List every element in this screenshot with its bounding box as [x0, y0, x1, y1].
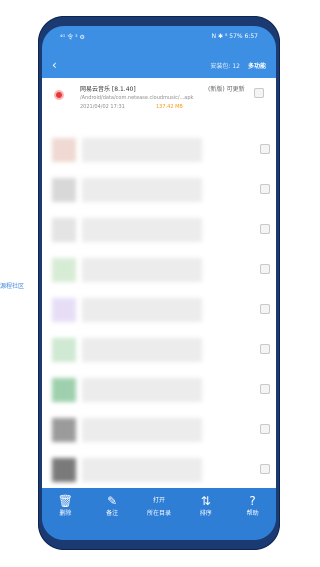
blurred-row: [82, 338, 202, 362]
trash-icon: 🗑: [57, 494, 73, 508]
blurred-row: [82, 418, 202, 442]
blurred-icon: [52, 178, 76, 202]
item-checkbox[interactable]: [260, 464, 270, 474]
item-checkbox[interactable]: [260, 344, 270, 354]
blurred-icon: [52, 218, 76, 242]
help-label: 帮助: [246, 510, 259, 517]
blurred-row: [82, 298, 202, 322]
blurred-icon: [52, 258, 76, 282]
update-status: (新版) 可更新: [208, 86, 245, 93]
blurred-row: [82, 218, 202, 242]
package-count: 安装包: 12: [210, 62, 240, 70]
blurred-icon: [52, 298, 76, 322]
app-name: 网易云音乐 [8.1.40]: [80, 86, 136, 93]
side-link[interactable]: 源程社区: [0, 281, 24, 290]
open-label: 打开: [152, 497, 165, 504]
help-icon: ?: [249, 494, 256, 508]
item-checkbox[interactable]: [260, 224, 270, 234]
help-button[interactable]: ? 帮助: [233, 494, 273, 517]
note-label: 备注: [106, 510, 119, 517]
blurred-icon: [52, 338, 76, 362]
list-item[interactable]: 网易云音乐 [8.1.40] /Android/data/com.netease…: [48, 84, 270, 124]
item-checkbox[interactable]: [254, 88, 264, 98]
note-button[interactable]: ✎ 备注: [92, 494, 132, 517]
blurred-row: [82, 178, 202, 202]
item-checkbox[interactable]: [260, 144, 270, 154]
sort-label: 排序: [199, 510, 212, 517]
delete-button[interactable]: 🗑 删除: [45, 494, 85, 517]
blurred-icon: [52, 378, 76, 402]
status-right: N ✱ ⁸ 57% 6:57: [211, 32, 258, 40]
item-checkbox[interactable]: [260, 384, 270, 394]
app-header: ‹ 安装包: 12 多功能: [42, 56, 276, 74]
multi-function-button[interactable]: 多功能: [248, 61, 266, 70]
item-checkbox[interactable]: [260, 424, 270, 434]
status-bar: ⁴ᴳ 令 ³ ⚙ N ✱ ⁸ 57% 6:57: [42, 26, 276, 46]
directory-label: 所在目录: [146, 510, 171, 517]
app-path: /Android/data/com.netease.cloudmusic/...…: [80, 95, 194, 101]
blurred-row: [82, 138, 202, 162]
item-checkbox[interactable]: [260, 264, 270, 274]
delete-label: 删除: [59, 510, 72, 517]
blurred-icon: [52, 418, 76, 442]
blurred-icon: [52, 138, 76, 162]
blurred-icon: [52, 458, 76, 482]
app-size: 137.42 MB: [156, 104, 183, 110]
sort-button[interactable]: ⇅ 排序: [186, 494, 226, 517]
blurred-row: [82, 258, 202, 282]
blurred-row: [82, 378, 202, 402]
package-list: 网易云音乐 [8.1.40] /Android/data/com.netease…: [42, 78, 276, 488]
back-button[interactable]: ‹: [52, 58, 72, 72]
app-icon: [54, 90, 64, 100]
sort-icon: ⇅: [200, 494, 211, 508]
status-left: ⁴ᴳ 令 ³ ⚙: [60, 33, 85, 41]
blurred-row: [82, 458, 202, 482]
item-checkbox[interactable]: [260, 304, 270, 314]
edit-icon: ✎: [107, 494, 118, 508]
open-directory-button[interactable]: 打开 所在目录: [139, 494, 179, 517]
phone-screen: ⁴ᴳ 令 ³ ⚙ N ✱ ⁸ 57% 6:57 ‹ 安装包: 12 多功能 网易…: [42, 26, 276, 540]
bottom-toolbar: 🗑 删除 ✎ 备注 打开 所在目录 ⇅ 排序 ? 帮助: [42, 488, 276, 540]
item-checkbox[interactable]: [260, 184, 270, 194]
app-date: 2021/04/02 17:31: [80, 104, 125, 110]
